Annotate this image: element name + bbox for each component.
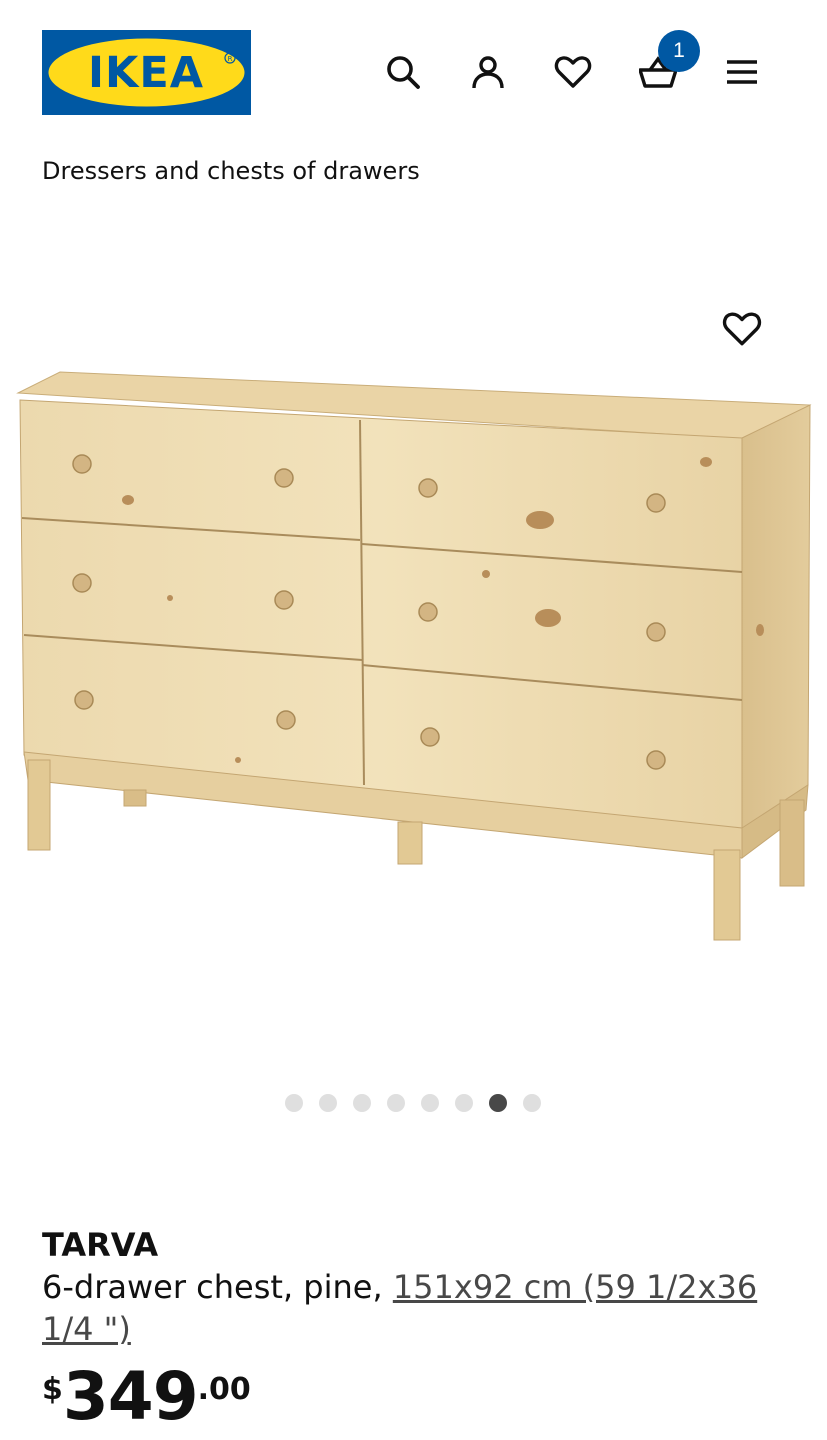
account-icon[interactable] [466,50,510,94]
carousel-dot[interactable] [523,1094,541,1112]
ikea-logo[interactable]: IKEA R [42,30,251,115]
breadcrumb[interactable]: Dressers and chests of drawers [42,157,420,185]
menu-icon[interactable] [720,50,764,94]
product-price: $ 349 .00 [42,1362,251,1432]
product-description: 6-drawer chest, pine, 151x92 cm (59 1/2x… [42,1266,802,1350]
product-image[interactable] [0,290,827,970]
image-carousel-dots [0,1094,827,1114]
product-description-text: 6-drawer chest, pine, [42,1268,393,1306]
carousel-dot[interactable] [353,1094,371,1112]
svg-text:R: R [228,55,233,63]
site-header: IKEA R 1 [0,0,827,140]
carousel-dot[interactable] [285,1094,303,1112]
search-icon[interactable] [381,50,425,94]
wishlist-heart-icon[interactable] [551,50,595,94]
carousel-dot[interactable] [421,1094,439,1112]
price-currency: $ [42,1372,63,1407]
price-decimal: .00 [197,1372,251,1407]
add-to-wishlist-heart-icon[interactable] [720,307,764,351]
logo-text: IKEA [88,48,204,98]
cart-count-badge: 1 [658,30,700,72]
product-name: TARVA [42,1226,159,1264]
carousel-dot[interactable] [319,1094,337,1112]
carousel-dot-active[interactable] [489,1094,507,1112]
price-integer: 349 [62,1358,199,1435]
carousel-dot[interactable] [455,1094,473,1112]
carousel-dot[interactable] [387,1094,405,1112]
